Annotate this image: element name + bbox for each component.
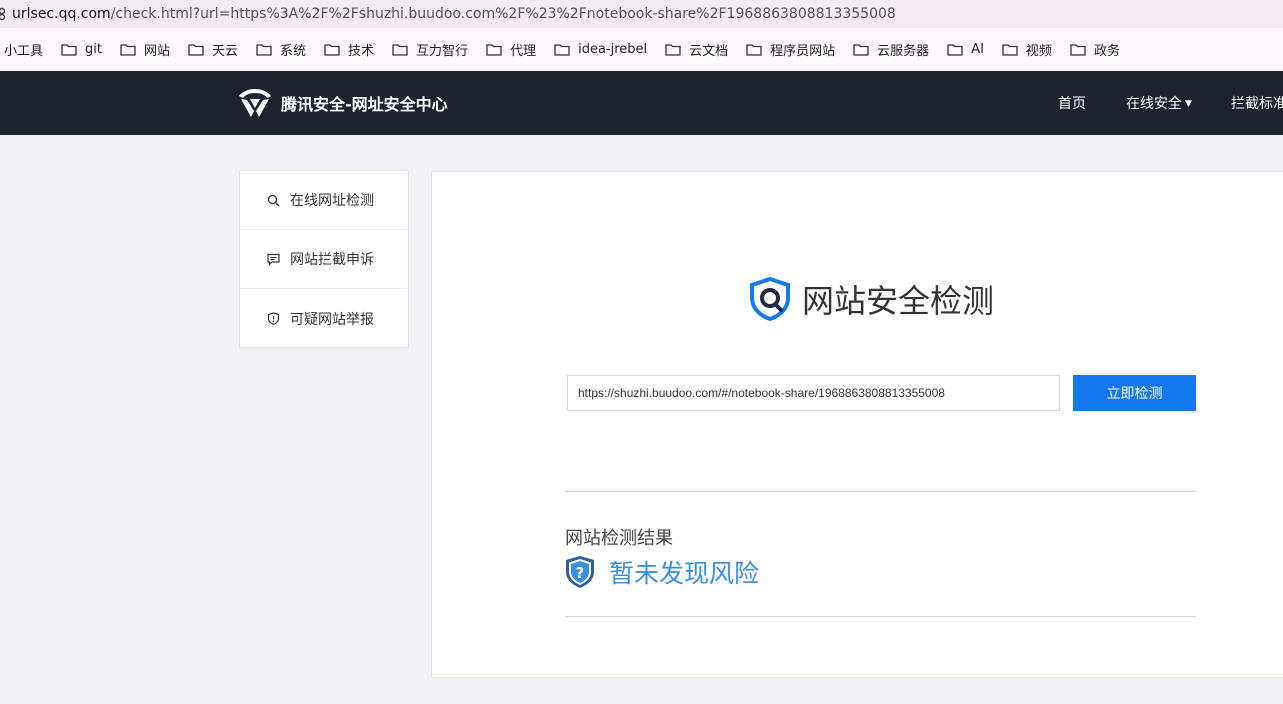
bookmark-item[interactable]: 视频 bbox=[1002, 40, 1052, 59]
bookmark-label: 小工具 bbox=[4, 44, 44, 59]
address-bar[interactable]: urlsec.qq.com/check.html?url=https%3A%2F… bbox=[0, 0, 1283, 28]
bookmark-label: 技术 bbox=[348, 44, 375, 59]
divider bbox=[565, 616, 1196, 617]
sidebar-item-url-check[interactable]: 在线网址检测 bbox=[240, 171, 408, 230]
sidebar-menu: 在线网址检测 网站拦截申诉 可疑网站举报 bbox=[239, 170, 409, 348]
bookmark-label: 视频 bbox=[1025, 44, 1052, 59]
bookmark-label: 政务 bbox=[1093, 44, 1120, 59]
tencent-security-logo-icon bbox=[239, 89, 271, 117]
folder-icon bbox=[392, 44, 408, 56]
shield-search-icon bbox=[750, 276, 790, 322]
url-path: /check.html?url=https%3A%2F%2Fshuzhi.buu… bbox=[110, 6, 896, 22]
bookmark-item[interactable]: 技术 bbox=[324, 40, 374, 59]
search-icon bbox=[267, 194, 280, 206]
top-navigation: 腾讯安全-网址安全中心 首页 在线安全 ▼ 拦截标准 bbox=[0, 71, 1283, 135]
bookmark-label: git bbox=[85, 42, 102, 57]
bookmark-label: 云服务器 bbox=[877, 44, 930, 59]
sidebar-item-label: 可疑网站举报 bbox=[290, 311, 374, 328]
folder-icon bbox=[554, 44, 570, 56]
bookmark-item[interactable]: 政务 bbox=[1070, 40, 1120, 59]
folder-icon bbox=[188, 44, 204, 56]
nav-online-security[interactable]: 在线安全 ▼ bbox=[1126, 93, 1192, 113]
bookmark-item[interactable]: 云文档 bbox=[665, 40, 728, 59]
bookmark-label: 网站 bbox=[143, 44, 170, 59]
shield-unknown-icon: ? bbox=[566, 556, 594, 588]
bookmark-item[interactable]: 代理 bbox=[486, 40, 536, 59]
page-title: 网站安全检测 bbox=[748, 276, 994, 322]
bookmark-item[interactable]: 网站 bbox=[120, 40, 170, 59]
check-now-button[interactable]: 立即检测 bbox=[1073, 375, 1196, 411]
result-status: ? 暂未发现风险 bbox=[565, 554, 759, 590]
bookmark-item[interactable]: 程序员网站 bbox=[746, 40, 835, 59]
shield-icon bbox=[267, 312, 280, 325]
logo-text: 腾讯安全-网址安全中心 bbox=[281, 95, 448, 114]
folder-icon bbox=[120, 44, 136, 56]
chat-icon bbox=[267, 253, 280, 266]
page-title-text: 网站安全检测 bbox=[802, 282, 995, 320]
bookmark-item[interactable]: AI bbox=[947, 42, 984, 57]
result-label: 网站检测结果 bbox=[565, 528, 673, 549]
folder-icon bbox=[746, 44, 762, 56]
url-text[interactable]: urlsec.qq.com/check.html?url=https%3A%2F… bbox=[12, 6, 896, 22]
folder-icon bbox=[486, 44, 502, 56]
bookmarks-bar: 小工具 git 网站 天云 系统 技术 互力智行 代理 idea-jrebel 云文档 程序员网站 云… bbox=[0, 28, 1283, 71]
bookmark-item[interactable]: 天云 bbox=[188, 40, 238, 59]
result-text: 暂未发现风险 bbox=[609, 559, 760, 588]
bookmark-label: 代理 bbox=[510, 44, 537, 59]
sidebar-item-report[interactable]: 可疑网站举报 bbox=[240, 289, 408, 348]
folder-icon bbox=[947, 44, 963, 56]
folder-icon bbox=[1002, 44, 1018, 56]
bookmark-label: idea-jrebel bbox=[578, 42, 648, 57]
nav-online-security-label: 在线安全 bbox=[1126, 96, 1182, 112]
folder-icon bbox=[256, 44, 272, 56]
sidebar-item-label: 网站拦截申诉 bbox=[290, 252, 374, 268]
site-logo[interactable]: 腾讯安全-网址安全中心 bbox=[237, 86, 448, 120]
bookmark-label: AI bbox=[971, 42, 984, 57]
bookmark-label: 程序员网站 bbox=[770, 44, 836, 59]
site-info-icon[interactable] bbox=[0, 6, 10, 22]
bookmark-label: 系统 bbox=[280, 44, 307, 59]
bookmark-item[interactable]: 云服务器 bbox=[853, 40, 929, 59]
svg-text:?: ? bbox=[576, 564, 585, 582]
folder-icon bbox=[61, 44, 77, 56]
url-host: urlsec.qq.com bbox=[12, 6, 111, 22]
bookmark-label: 云文档 bbox=[689, 44, 729, 59]
bookmark-item[interactable]: git bbox=[61, 42, 102, 57]
folder-icon bbox=[1070, 44, 1086, 56]
sidebar-item-appeal[interactable]: 网站拦截申诉 bbox=[240, 230, 408, 289]
bookmark-item[interactable]: idea-jrebel bbox=[554, 42, 647, 57]
divider bbox=[565, 491, 1196, 492]
bookmark-item[interactable]: 互力智行 bbox=[392, 40, 468, 59]
url-input[interactable] bbox=[567, 375, 1060, 411]
nav-block-standard[interactable]: 拦截标准 bbox=[1231, 93, 1283, 113]
bookmark-item[interactable]: 系统 bbox=[256, 40, 306, 59]
folder-icon bbox=[853, 44, 869, 56]
main-card: 网站安全检测 立即检测 网站检测结果 ? 暂未发现风险 bbox=[431, 171, 1283, 678]
folder-icon bbox=[665, 44, 681, 56]
bookmark-label: 互力智行 bbox=[416, 44, 469, 59]
nav-home[interactable]: 首页 bbox=[1058, 93, 1086, 113]
sidebar-item-label: 在线网址检测 bbox=[290, 193, 374, 209]
bookmark-item[interactable]: 小工具 bbox=[4, 40, 43, 59]
bookmark-label: 天云 bbox=[212, 44, 239, 59]
caret-down-icon: ▼ bbox=[1185, 99, 1192, 109]
folder-icon bbox=[324, 44, 340, 56]
